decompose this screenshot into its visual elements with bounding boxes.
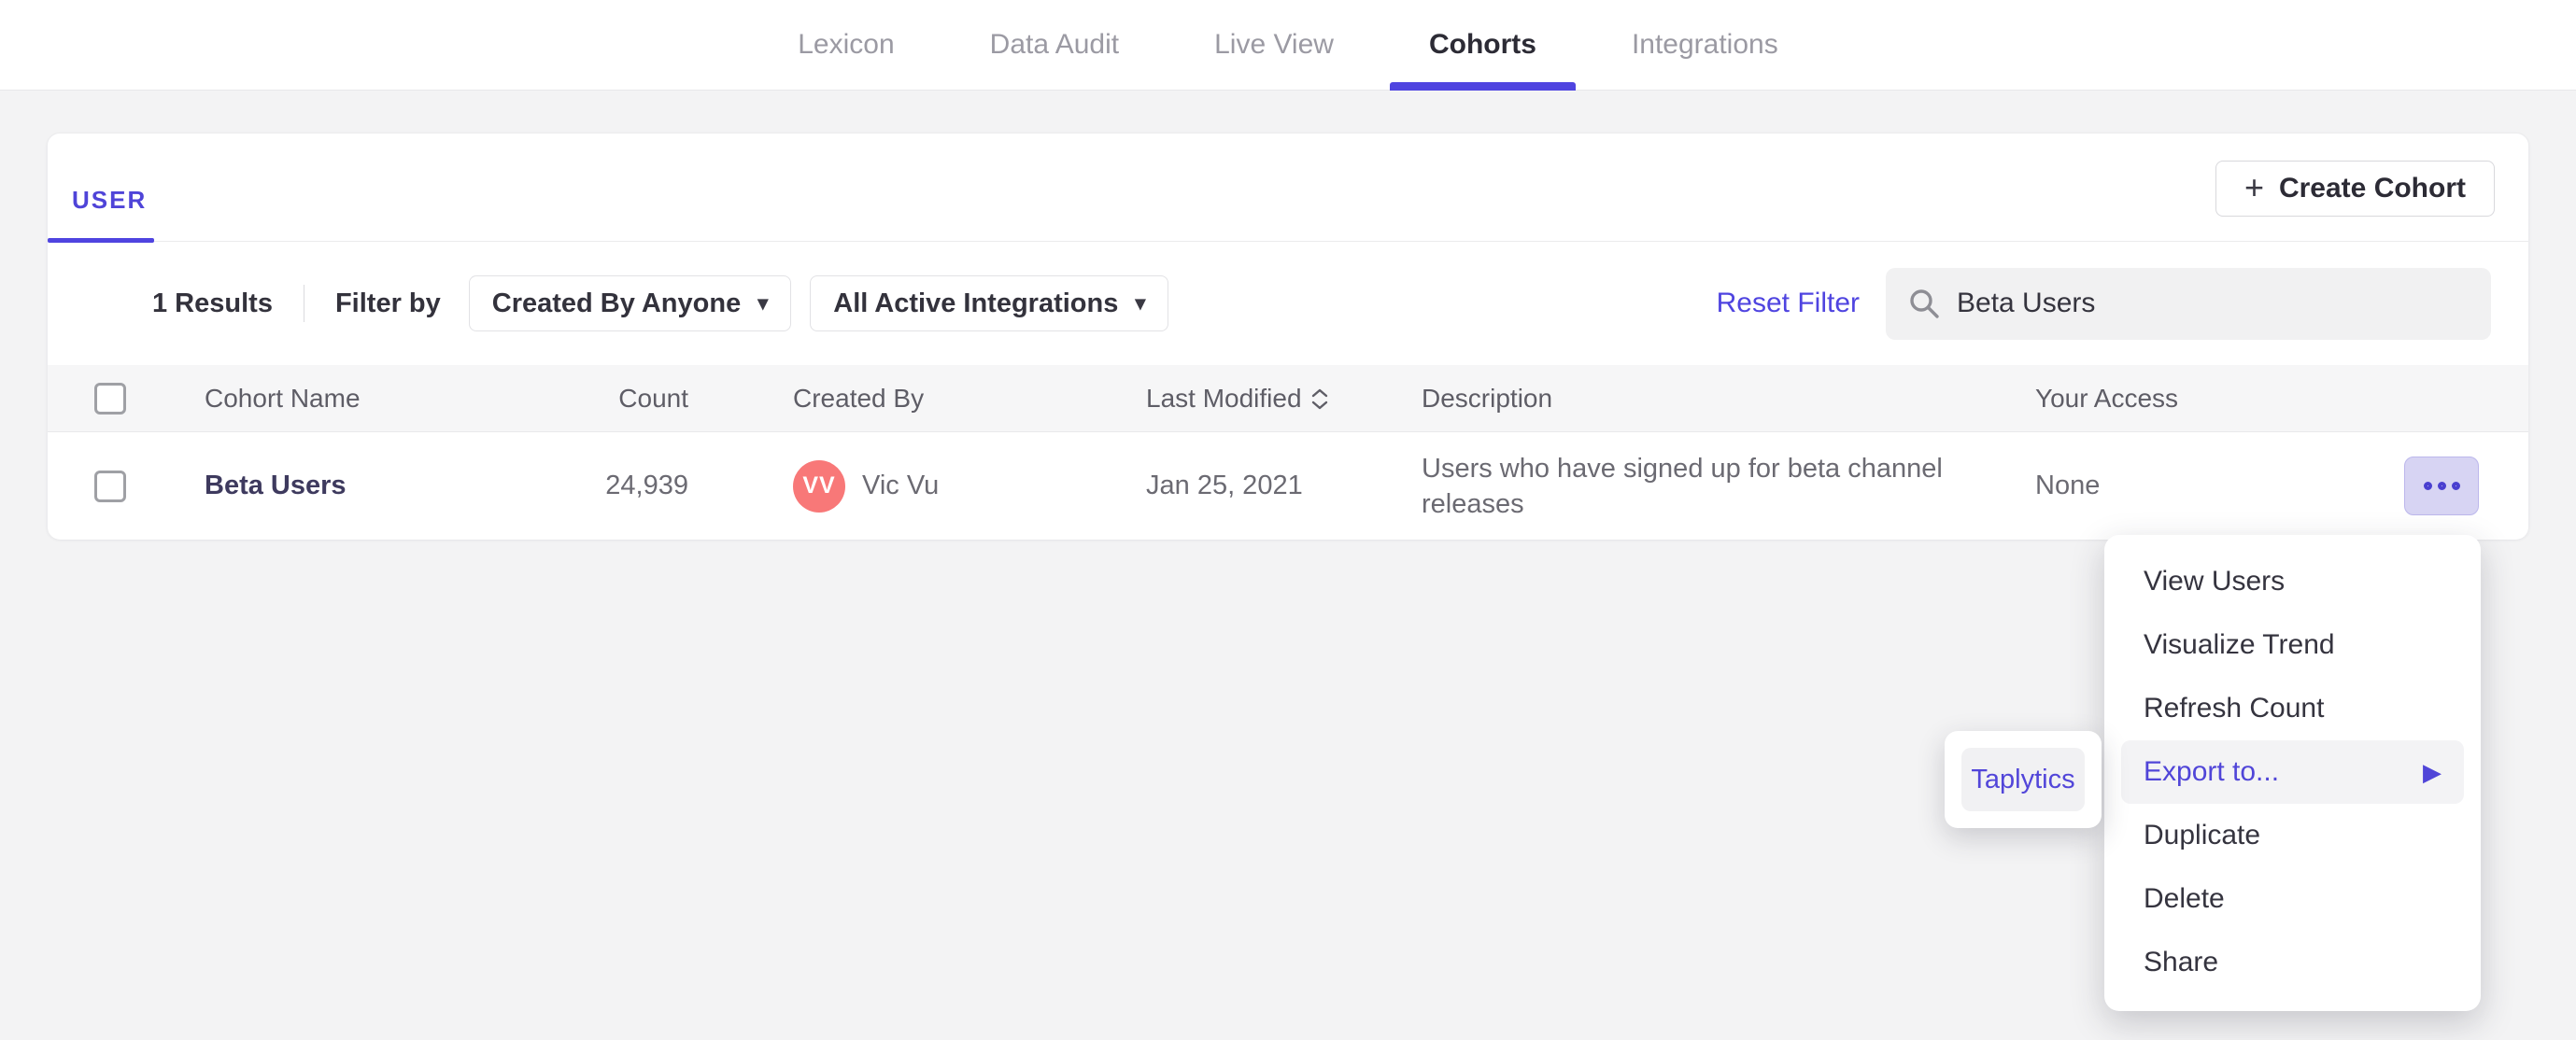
integrations-dropdown-label: All Active Integrations bbox=[833, 288, 1119, 318]
ellipsis-icon bbox=[2451, 482, 2460, 490]
tab-user[interactable]: USER bbox=[72, 186, 147, 215]
nav-tab-lexicon[interactable]: Lexicon bbox=[758, 0, 933, 90]
filter-bar: 1 Results Filter by Created By Anyone ▾ … bbox=[48, 242, 2528, 365]
your-access-value: None bbox=[2035, 471, 2101, 500]
menu-item-label: Delete bbox=[2144, 883, 2225, 914]
create-cohort-label: Create Cohort bbox=[2278, 173, 2466, 204]
header-cohort-name: Cohort Name bbox=[205, 383, 361, 413]
created-by-dropdown[interactable]: Created By Anyone ▾ bbox=[468, 275, 792, 331]
nav-tab-live-view[interactable]: Live View bbox=[1175, 0, 1373, 90]
ellipsis-icon bbox=[2423, 482, 2432, 490]
top-nav: Lexicon Data Audit Live View Cohorts Int… bbox=[0, 0, 2576, 91]
submenu-arrow-icon: ▶ bbox=[2423, 757, 2442, 786]
menu-item-label: Share bbox=[2144, 947, 2219, 977]
header-description: Description bbox=[1422, 383, 1553, 413]
menu-item-label: Refresh Count bbox=[2144, 693, 2325, 724]
menu-item-duplicate[interactable]: Duplicate bbox=[2121, 804, 2464, 867]
menu-item-label: View Users bbox=[2144, 566, 2286, 597]
cohort-type-strip: USER + Create Cohort bbox=[48, 134, 2528, 243]
menu-item-label: Visualize Trend bbox=[2144, 629, 2335, 660]
last-modified-date: Jan 25, 2021 bbox=[1146, 471, 1303, 500]
cohort-count: 24,939 bbox=[605, 471, 688, 500]
nav-tab-data-audit[interactable]: Data Audit bbox=[951, 0, 1158, 90]
reset-filter-link[interactable]: Reset Filter bbox=[1717, 288, 1860, 319]
menu-item-visualize-trend[interactable]: Visualize Trend bbox=[2121, 613, 2464, 677]
cohorts-card: USER + Create Cohort 1 Results Filter by… bbox=[47, 133, 2529, 541]
chevron-down-icon: ▾ bbox=[757, 291, 769, 315]
row-context-menu: View Users Visualize Trend Refresh Count… bbox=[2104, 535, 2481, 1011]
submenu-item-taplytics[interactable]: Taplytics bbox=[1961, 748, 2085, 811]
plus-icon: + bbox=[2243, 167, 2264, 206]
select-all-checkbox[interactable] bbox=[94, 382, 126, 415]
row-actions-button[interactable] bbox=[2404, 457, 2479, 515]
menu-item-refresh-count[interactable]: Refresh Count bbox=[2121, 677, 2464, 740]
search-input[interactable] bbox=[1957, 288, 2469, 319]
integrations-dropdown[interactable]: All Active Integrations ▾ bbox=[810, 275, 1169, 331]
results-count: 1 Results bbox=[152, 288, 273, 318]
header-your-access: Your Access bbox=[2035, 383, 2179, 413]
created-by-dropdown-label: Created By Anyone bbox=[491, 288, 742, 318]
search-icon bbox=[1910, 289, 1939, 318]
header-count: Count bbox=[618, 383, 688, 413]
chevron-down-icon: ▾ bbox=[1135, 291, 1146, 315]
ellipsis-icon bbox=[2437, 482, 2446, 490]
menu-item-label: Duplicate bbox=[2144, 820, 2261, 850]
menu-item-export-to[interactable]: Export to... ▶ bbox=[2121, 740, 2464, 804]
nav-tab-cohorts[interactable]: Cohorts bbox=[1389, 0, 1576, 91]
header-last-modified[interactable]: Last Modified bbox=[1146, 384, 1422, 414]
cohort-name-link[interactable]: Beta Users bbox=[205, 471, 347, 500]
table-row: Beta Users 24,939 VV Vic Vu Jan 25, 2021… bbox=[48, 432, 2528, 541]
header-created-by: Created By bbox=[793, 383, 925, 413]
menu-item-label: Export to... bbox=[2144, 756, 2280, 787]
created-by-name: Vic Vu bbox=[862, 471, 940, 500]
table-header: Cohort Name Count Created By Last Modifi… bbox=[48, 365, 2528, 432]
nav-tab-integrations[interactable]: Integrations bbox=[1592, 0, 1818, 90]
search-box[interactable] bbox=[1886, 267, 2491, 340]
sort-icon[interactable] bbox=[1311, 388, 1328, 410]
menu-item-delete[interactable]: Delete bbox=[2121, 867, 2464, 931]
filter-by-label: Filter by bbox=[334, 288, 441, 318]
export-submenu: Taplytics bbox=[1945, 731, 2102, 828]
header-last-modified-label: Last Modified bbox=[1146, 383, 1302, 413]
cohort-description: Users who have signed up for beta channe… bbox=[1422, 453, 1943, 519]
menu-item-view-users[interactable]: View Users bbox=[2121, 550, 2464, 613]
menu-item-share[interactable]: Share bbox=[2121, 931, 2464, 994]
row-checkbox[interactable] bbox=[94, 470, 126, 502]
active-tab-underline bbox=[48, 238, 154, 243]
create-cohort-button[interactable]: + Create Cohort bbox=[2215, 161, 2495, 217]
avatar: VV bbox=[793, 459, 845, 513]
